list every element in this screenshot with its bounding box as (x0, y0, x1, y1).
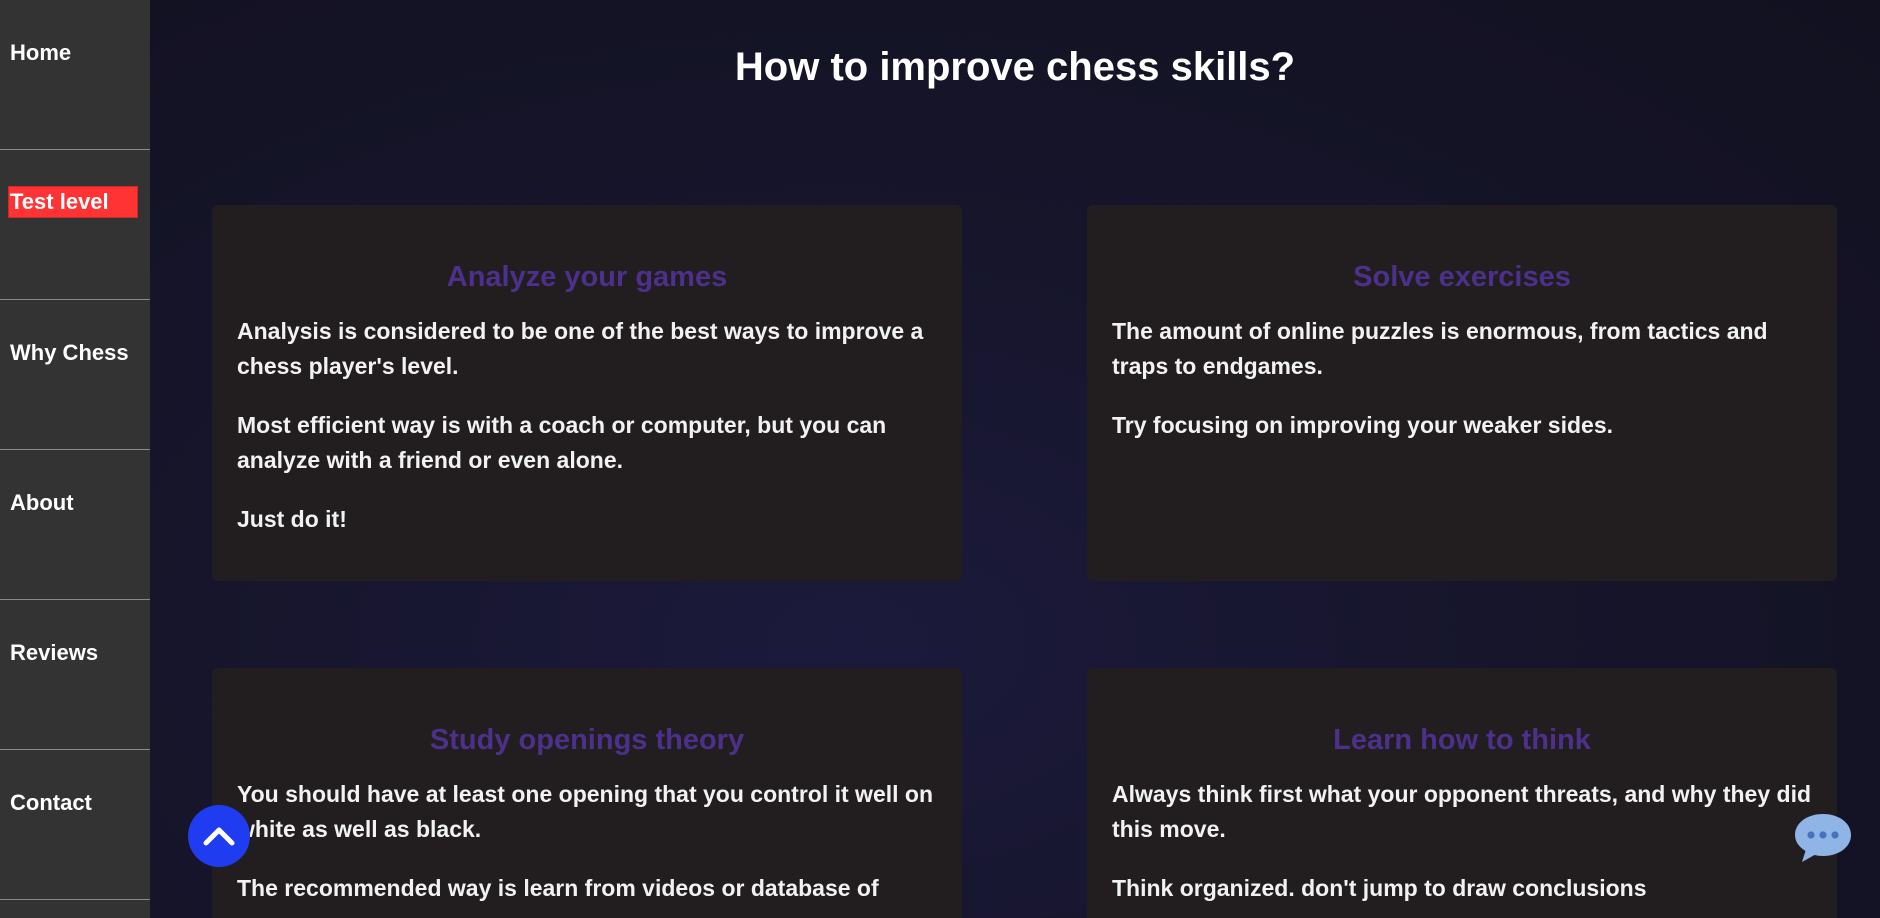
card-title: Learn how to think (1333, 724, 1591, 756)
sidebar-nav: Home Test level Why Chess About Reviews … (0, 0, 150, 918)
chat-button[interactable] (1792, 810, 1854, 866)
sidebar-item-about[interactable]: About (0, 450, 150, 600)
sidebar-item-reviews[interactable]: Reviews (0, 600, 150, 750)
sidebar-item-why-chess[interactable]: Why Chess (0, 300, 150, 450)
card-paragraph: Think organized. don't jump to draw conc… (1112, 875, 1647, 901)
sidebar-item-label[interactable]: Contact (10, 790, 92, 816)
card-paragraph: Most efficient way is with a coach or co… (237, 412, 887, 473)
card-title: Solve exercises (1353, 261, 1571, 293)
tip-card-thinking: Learn how to think Always think first wh… (1087, 668, 1837, 918)
tip-card-exercises: Solve exercises The amount of online puz… (1087, 205, 1837, 581)
sidebar-item-label[interactable]: Home (10, 40, 71, 66)
page-title: How to improve chess skills? (734, 45, 1296, 89)
tip-card-openings: Study openings theory You should have at… (212, 668, 962, 918)
card-paragraph: You should have at least one opening tha… (237, 781, 934, 842)
sidebar-item-label[interactable]: Reviews (10, 640, 98, 666)
card-paragraph: Analysis is considered to be one of the … (237, 318, 924, 379)
tip-card-analyze: Analyze your games Analysis is considere… (212, 205, 962, 581)
chevron-up-icon (203, 827, 235, 846)
scroll-to-top-button[interactable] (188, 805, 250, 867)
card-paragraph: The amount of online puzzles is enormous… (1112, 318, 1768, 379)
card-paragraph: Just do it! (237, 506, 347, 532)
card-paragraph: Try focusing on improving your weaker si… (1112, 412, 1614, 438)
card-title: Analyze your games (446, 261, 728, 293)
card-paragraph: Always think first what your opponent th… (1112, 781, 1812, 842)
sidebar-item-contact[interactable]: Contact (0, 750, 150, 900)
sidebar-item-test-level[interactable]: Test level (0, 150, 150, 300)
sidebar-item-home[interactable]: Home (0, 0, 150, 150)
card-paragraph: The recommended way is learn from videos… (237, 875, 879, 901)
chat-bubble-icon (1795, 814, 1851, 862)
sidebar-item-label[interactable]: About (10, 490, 74, 516)
sidebar-item-label[interactable]: Test level (9, 187, 137, 217)
sidebar-item-label[interactable]: Why Chess (10, 340, 129, 366)
card-title: Study openings theory (429, 724, 745, 756)
